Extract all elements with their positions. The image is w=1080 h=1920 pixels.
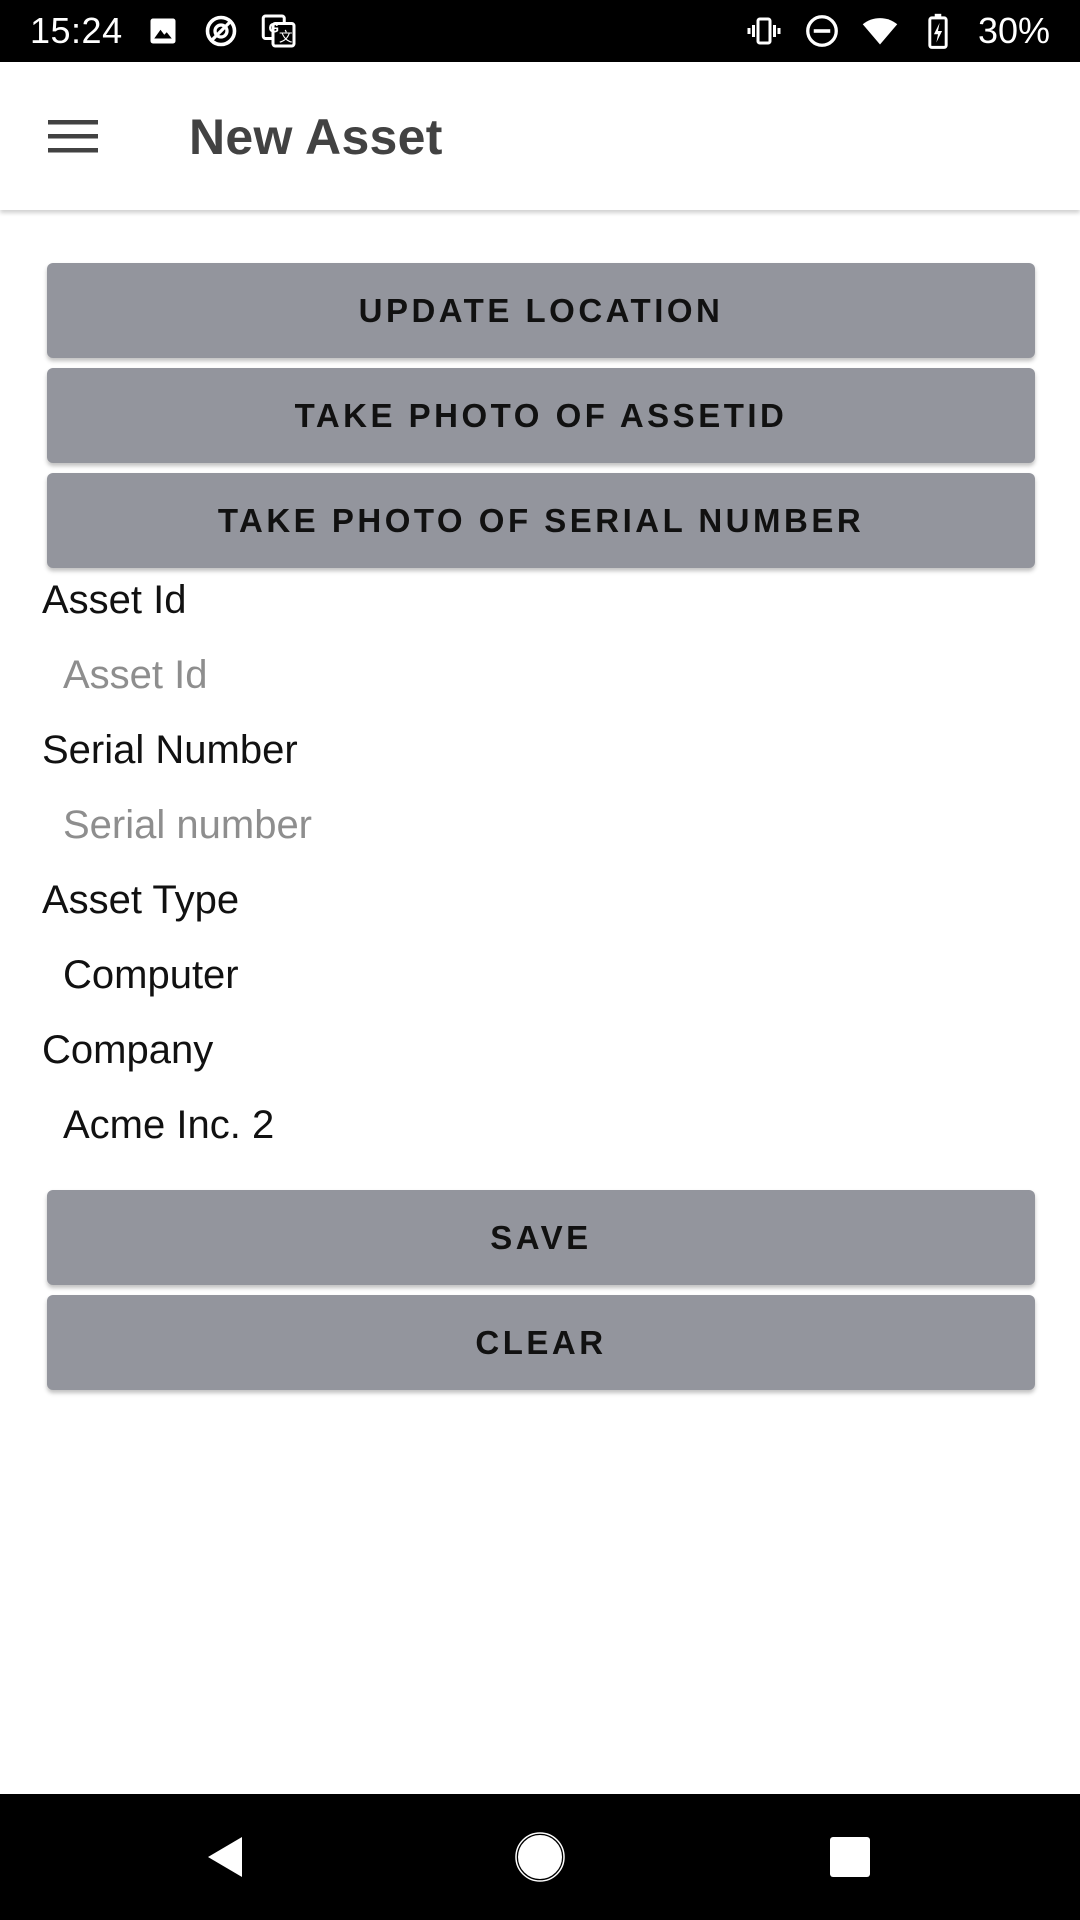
clear-button[interactable]: CLEAR [47,1295,1035,1390]
status-time: 15:24 [30,10,123,51]
svg-text:G: G [268,21,279,36]
status-right: 30% [746,10,1050,52]
company-select[interactable]: Acme Inc. 2 [63,1103,274,1148]
svg-text:文: 文 [279,30,293,45]
asset-id-label: Asset Id [42,578,187,622]
battery-charging-icon [920,13,956,49]
asset-id-input[interactable] [63,645,1023,705]
update-location-button[interactable]: UPDATE LOCATION [47,263,1035,358]
menu-button[interactable] [30,96,116,176]
serial-number-input[interactable] [63,795,1023,855]
save-button[interactable]: SAVE [47,1190,1035,1285]
translate-icon: G文 [261,13,297,49]
do-not-disturb-icon [804,13,840,49]
image-icon [145,13,181,49]
back-button[interactable] [191,1822,261,1892]
take-photo-serial-number-button[interactable]: TAKE PHOTO OF SERIAL NUMBER [47,473,1035,568]
battery-percent: 30% [977,10,1050,51]
page-title: New Asset [189,109,443,165]
home-icon [515,1832,565,1882]
take-photo-asset-id-button[interactable]: TAKE PHOTO OF ASSETID [47,368,1035,463]
status-left: 15:24 G文 [30,10,297,52]
status-bar: 15:24 G文 30% [0,0,1080,62]
navigation-bar [0,1794,1080,1920]
app-bar: New Asset [0,62,1080,210]
recents-button[interactable] [815,1822,885,1892]
serial-number-label: Serial Number [42,728,298,772]
company-label: Company [42,1028,214,1072]
asset-type-label: Asset Type [42,878,240,922]
vibrate-icon [746,13,782,49]
back-icon [208,1837,242,1877]
sync-icon [203,13,239,49]
asset-type-select[interactable]: Computer [63,953,239,998]
recents-icon [830,1837,870,1877]
hamburger-menu-icon [48,120,98,153]
wifi-icon [862,13,898,49]
home-button[interactable] [505,1822,575,1892]
screen: 15:24 G文 30% New Asset UPDATE LOCATION T… [0,0,1080,1920]
